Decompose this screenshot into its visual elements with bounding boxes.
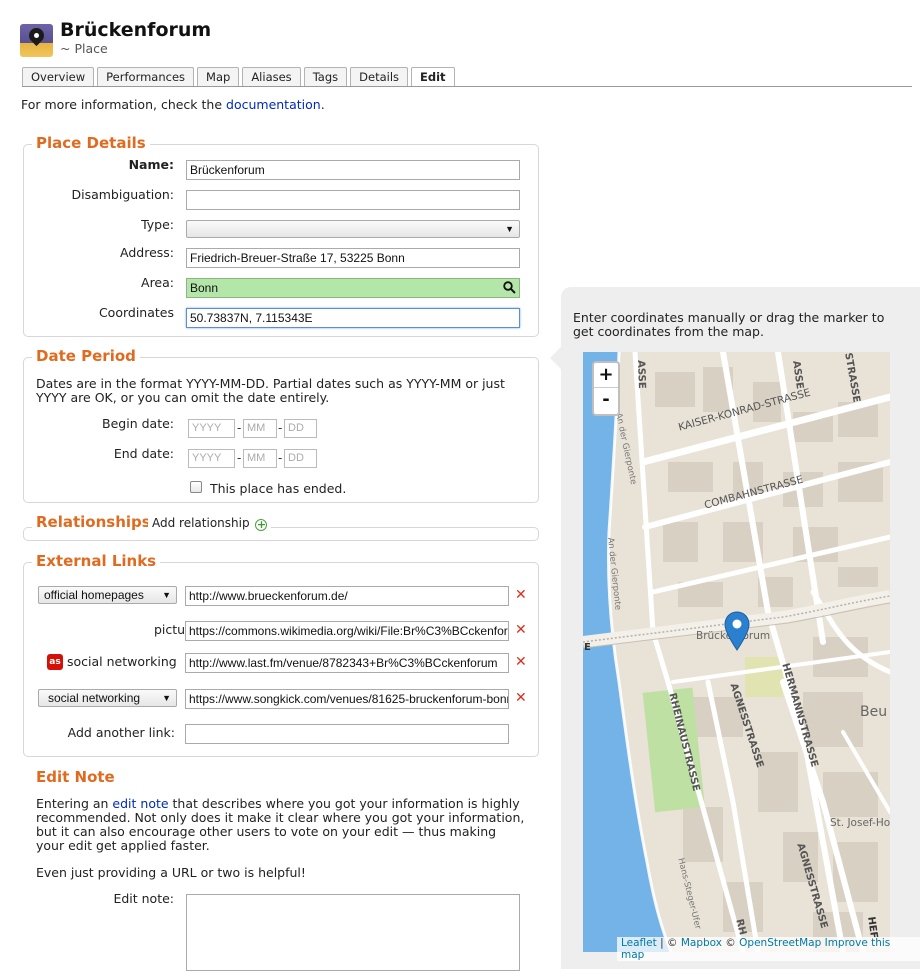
end-year-input[interactable]: YYYY <box>188 449 235 468</box>
area-input-value: Bonn <box>190 281 219 295</box>
tab-bar: Overview Performances Map Aliases Tags D… <box>22 67 455 87</box>
link-type-value: official homepages <box>44 588 144 602</box>
date-separator: - <box>278 421 283 435</box>
zoom-control: + - <box>592 361 620 416</box>
end-date-label: End date: <box>113 446 174 461</box>
place-icon <box>20 24 53 57</box>
tab-map[interactable]: Map <box>197 67 240 86</box>
date-format-help: Dates are in the format YYYY-MM-DD. Part… <box>36 376 505 405</box>
edit-note-legend: Edit Note <box>32 768 119 786</box>
page-subtitle: ~ Place <box>60 41 108 56</box>
leaflet-link[interactable]: Leaflet <box>621 937 657 949</box>
date-period-legend: Date Period <box>32 347 140 365</box>
add-link-label: Add another link: <box>67 725 175 740</box>
remove-link-icon[interactable]: ✕ <box>515 654 527 670</box>
attribution-copyright: © <box>721 937 740 949</box>
ended-checkbox[interactable] <box>190 481 202 493</box>
tab-tags[interactable]: Tags <box>303 67 348 86</box>
disambiguation-input[interactable] <box>186 190 520 210</box>
link-type-value: social networking <box>48 691 141 705</box>
link-url-input[interactable]: http://www.last.fm/venue/8782343+Br%C3%B… <box>185 653 509 673</box>
tab-edit[interactable]: Edit <box>411 67 455 87</box>
coordinates-input[interactable]: 50.73837N, 7.115343E <box>186 308 520 328</box>
end-day-input[interactable]: DD <box>284 449 317 468</box>
map-marker-icon[interactable] <box>724 611 750 651</box>
type-select[interactable]: ▼ <box>186 220 520 238</box>
map-label-e: E <box>584 642 591 653</box>
begin-month-input[interactable]: MM <box>243 419 277 438</box>
link-type-label: social networking <box>67 654 177 669</box>
attribution-separator: | <box>656 937 667 949</box>
remove-link-icon[interactable]: ✕ <box>515 690 527 706</box>
add-icon: + <box>255 518 268 531</box>
edit-note-help-prefix: Entering an <box>36 796 113 811</box>
tab-divider <box>22 86 912 87</box>
tab-overview[interactable]: Overview <box>22 67 95 86</box>
info-line: For more information, check the document… <box>21 97 325 112</box>
begin-date-label: Begin date: <box>102 416 174 431</box>
remove-link-icon[interactable]: ✕ <box>515 587 527 603</box>
edit-note-tip: Even just providing a URL or two is help… <box>36 865 306 880</box>
link-url-input[interactable]: https://commons.wikimedia.org/wiki/File:… <box>185 621 509 641</box>
map-label-josef: St. Josef-Ho <box>830 817 890 829</box>
add-relationship-button[interactable]: Add relationship + <box>148 516 272 531</box>
zoom-out-button[interactable]: - <box>594 388 618 413</box>
map-attribution: Leaflet | © Mapbox © OpenStreetMap Impro… <box>617 937 920 961</box>
dropdown-arrow-icon: ▼ <box>162 693 171 703</box>
edit-note-help: Entering an edit note that describes whe… <box>36 797 526 853</box>
tab-performances[interactable]: Performances <box>97 67 195 86</box>
begin-year-input[interactable]: YYYY <box>188 419 235 438</box>
name-input[interactable]: Brückenforum <box>186 160 520 180</box>
edit-note-label: Edit note: <box>113 891 174 906</box>
link-type-select[interactable]: social networking ▼ <box>38 689 177 707</box>
map[interactable]: KAISER-KONRAD-STRASSE COMBAHNSTRASSE RHE… <box>583 352 890 952</box>
link-type-select[interactable]: official homepages ▼ <box>38 586 177 604</box>
page-title: Brückenforum <box>60 19 212 41</box>
map-label-asse: ASSE <box>635 360 647 389</box>
info-suffix: . <box>320 97 325 112</box>
date-separator: - <box>278 451 283 465</box>
osm-link[interactable]: OpenStreetMap <box>739 937 821 949</box>
link-url-input[interactable]: https://www.songkick.com/venues/81625-br… <box>185 689 509 709</box>
ended-label: This place has ended. <box>210 481 347 496</box>
search-icon[interactable] <box>503 281 516 294</box>
add-relationship-label: Add relationship <box>152 516 250 530</box>
dropdown-arrow-icon: ▼ <box>162 590 171 600</box>
relationships-legend: Relationships <box>32 513 155 531</box>
tab-details[interactable]: Details <box>350 67 409 86</box>
attribution-copyright: © <box>666 937 681 949</box>
info-prefix: For more information, check the <box>21 97 227 112</box>
date-separator: - <box>237 421 242 435</box>
edit-note-link[interactable]: edit note <box>112 796 168 811</box>
end-month-input[interactable]: MM <box>243 449 277 468</box>
remove-link-icon[interactable]: ✕ <box>515 622 527 638</box>
external-links-legend: External Links <box>32 552 161 570</box>
disambiguation-label: Disambiguation: <box>71 187 174 202</box>
area-label: Area: <box>141 275 174 290</box>
type-label: Type: <box>141 217 174 232</box>
mapbox-link[interactable]: Mapbox <box>681 937 722 949</box>
begin-day-input[interactable]: DD <box>284 419 317 438</box>
address-input[interactable]: Friedrich-Breuer-Straße 17, 53225 Bonn <box>186 248 520 268</box>
map-label-beuel: Beu <box>860 704 888 720</box>
zoom-in-button[interactable]: + <box>594 363 618 388</box>
edit-note-textarea[interactable] <box>186 894 520 971</box>
area-input[interactable]: Bonn <box>186 278 520 298</box>
tab-aliases[interactable]: Aliases <box>242 67 301 86</box>
address-label: Address: <box>120 245 174 260</box>
map-hint: Enter coordinates manually or drag the m… <box>573 310 885 339</box>
add-link-input[interactable] <box>185 724 509 744</box>
documentation-link[interactable]: documentation <box>226 97 321 112</box>
date-separator: - <box>237 451 242 465</box>
lastfm-icon: as <box>47 654 63 670</box>
name-label: Name: <box>128 157 174 172</box>
link-url-input[interactable]: http://www.brueckenforum.de/ <box>185 586 509 606</box>
place-details-legend: Place Details <box>32 134 150 152</box>
coordinates-label: Coordinates <box>98 305 174 320</box>
dropdown-arrow-icon: ▼ <box>505 224 514 234</box>
